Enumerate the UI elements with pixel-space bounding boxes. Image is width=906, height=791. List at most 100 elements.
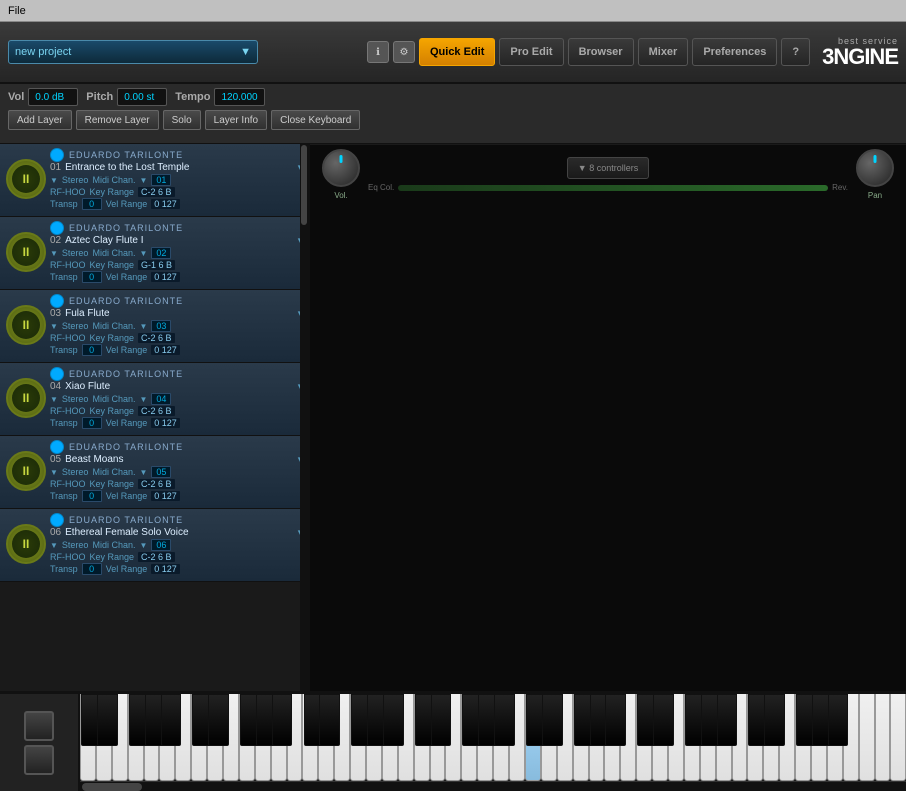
pan-ctrl-group: Pan [856,149,894,200]
pitch-value[interactable]: 0.00 st [117,88,167,106]
transp-value: 0 [82,344,102,356]
vol-value[interactable]: 0.0 dB [28,88,78,106]
piano-keys[interactable] [80,694,906,781]
black-key[interactable] [764,694,785,746]
mixer-btn[interactable]: Mixer [638,38,689,66]
project-dropdown[interactable]: new project ▼ [8,40,258,64]
stereo-arrow-icon[interactable]: ▼ [50,468,58,477]
pro-edit-btn[interactable]: Pro Edit [499,38,563,66]
midi-chan-arrow-icon[interactable]: ▼ [139,541,147,550]
rev-label: Rev. [832,183,848,192]
project-name: new project [15,46,71,58]
controls-bar: Vol 0.0 dB Pitch 0.00 st Tempo 120.000 A… [0,84,906,144]
midi-chan-label: Midi Chan. [92,394,135,404]
remove-layer-btn[interactable]: Remove Layer [76,110,159,130]
preferences-btn[interactable]: Preferences [692,38,777,66]
black-key[interactable] [653,694,674,746]
power-btn[interactable] [50,294,64,308]
stereo-arrow-icon[interactable]: ▼ [50,541,58,550]
black-key[interactable] [431,694,452,746]
black-key[interactable] [97,694,118,746]
power-btn[interactable] [50,367,64,381]
instrument-num: 03 [50,308,61,319]
instrument-name-row: 01 Entrance to the Lost Temple ▼ [50,162,304,173]
black-key[interactable] [208,694,229,746]
vol-knob[interactable] [322,149,360,187]
black-key[interactable] [494,694,515,746]
add-layer-btn[interactable]: Add Layer [8,110,72,130]
close-keyboard-btn[interactable]: Close Keyboard [271,110,360,130]
midi-chan-value: 05 [151,466,171,478]
midi-chan-label: Midi Chan. [92,175,135,185]
instrument-info: EDUARDO TARILONTE 02 Aztec Clay Flute I … [50,221,304,283]
browser-btn[interactable]: Browser [568,38,634,66]
instrument-logo: II [6,451,46,491]
stereo-arrow-icon[interactable]: ▼ [50,176,58,185]
layer-info-btn[interactable]: Layer Info [205,110,267,130]
file-menu[interactable]: File [8,5,26,17]
pan-knob-label: Pan [868,191,882,200]
help-btn[interactable]: ? [781,38,810,66]
vel-range-value: 0 127 [151,564,180,574]
settings-icon-btn[interactable]: ⚙ [393,41,415,63]
piano-scrollbar[interactable] [80,781,906,791]
engine-logo: best service 3NGINE [822,36,898,68]
black-key[interactable] [605,694,626,746]
scrollbar-thumb[interactable] [301,145,307,225]
stereo-arrow-icon[interactable]: ▼ [50,249,58,258]
instrument-logo-inner: II [12,165,40,193]
black-key[interactable] [383,694,404,746]
midi-chan-arrow-icon[interactable]: ▼ [139,176,147,185]
piano-scrollbar-thumb[interactable] [82,783,142,791]
instrument-item[interactable]: II EDUARDO TARILONTE 02 Aztec Clay Flute… [0,217,308,290]
stereo-label: Stereo [62,394,89,404]
instrument-item[interactable]: II EDUARDO TARILONTE 05 Beast Moans ▼ ▼ … [0,436,308,509]
instrument-header: II EDUARDO TARILONTE 03 Fula Flute ▼ ▼ S… [6,294,304,356]
instrument-name: Xiao Flute [65,381,292,392]
midi-chan-arrow-icon[interactable]: ▼ [139,322,147,331]
power-btn[interactable] [50,148,64,162]
controllers-btn[interactable]: ▼ 8 controllers [567,157,649,179]
power-btn[interactable] [50,513,64,527]
black-key[interactable] [828,694,849,746]
solo-btn[interactable]: Solo [163,110,201,130]
midi-chan-arrow-icon[interactable]: ▼ [139,468,147,477]
black-key[interactable] [717,694,738,746]
instrument-num: 06 [50,527,61,538]
tempo-value[interactable]: 120.000 [214,88,264,106]
midi-chan-arrow-icon[interactable]: ▼ [139,249,147,258]
instrument-item[interactable]: II EDUARDO TARILONTE 01 Entrance to the … [0,144,308,217]
stereo-arrow-icon[interactable]: ▼ [50,395,58,404]
instrument-info: EDUARDO TARILONTE 04 Xiao Flute ▼ ▼ Ster… [50,367,304,429]
left-scrollbar[interactable] [300,144,308,691]
piano-btn-1[interactable] [24,711,54,741]
instrument-list: II EDUARDO TARILONTE 01 Entrance to the … [0,144,310,691]
white-key[interactable] [890,694,906,781]
quick-edit-btn[interactable]: Quick Edit [419,38,495,66]
pan-knob[interactable] [856,149,894,187]
stereo-label: Stereo [62,467,89,477]
black-key[interactable] [161,694,182,746]
power-btn[interactable] [50,440,64,454]
transp-label: Transp [50,345,78,355]
white-key[interactable] [875,694,891,781]
transp-value: 0 [82,198,102,210]
eq-rev-row: Eq Col. Rev. [368,183,848,192]
black-key[interactable] [319,694,340,746]
power-btn[interactable] [50,221,64,235]
instrument-item[interactable]: II EDUARDO TARILONTE 04 Xiao Flute ▼ ▼ S… [0,363,308,436]
stereo-arrow-icon[interactable]: ▼ [50,322,58,331]
controls-row1: Vol 0.0 dB Pitch 0.00 st Tempo 120.000 [8,88,898,106]
instrument-item[interactable]: II EDUARDO TARILONTE 06 Ethereal Female … [0,509,308,582]
eq-bar[interactable] [398,185,828,191]
piano-btn-2[interactable] [24,745,54,775]
white-key[interactable] [859,694,875,781]
instrument-item[interactable]: II EDUARDO TARILONTE 03 Fula Flute ▼ ▼ S… [0,290,308,363]
black-key[interactable] [272,694,293,746]
instrument-logo: II [6,159,46,199]
black-key[interactable] [542,694,563,746]
vel-range-value: 0 127 [151,418,180,428]
info-icon-btn[interactable]: ℹ [367,41,389,63]
midi-chan-arrow-icon[interactable]: ▼ [139,395,147,404]
detail-row-3: Transp 0 Vel Range 0 127 [50,271,304,283]
